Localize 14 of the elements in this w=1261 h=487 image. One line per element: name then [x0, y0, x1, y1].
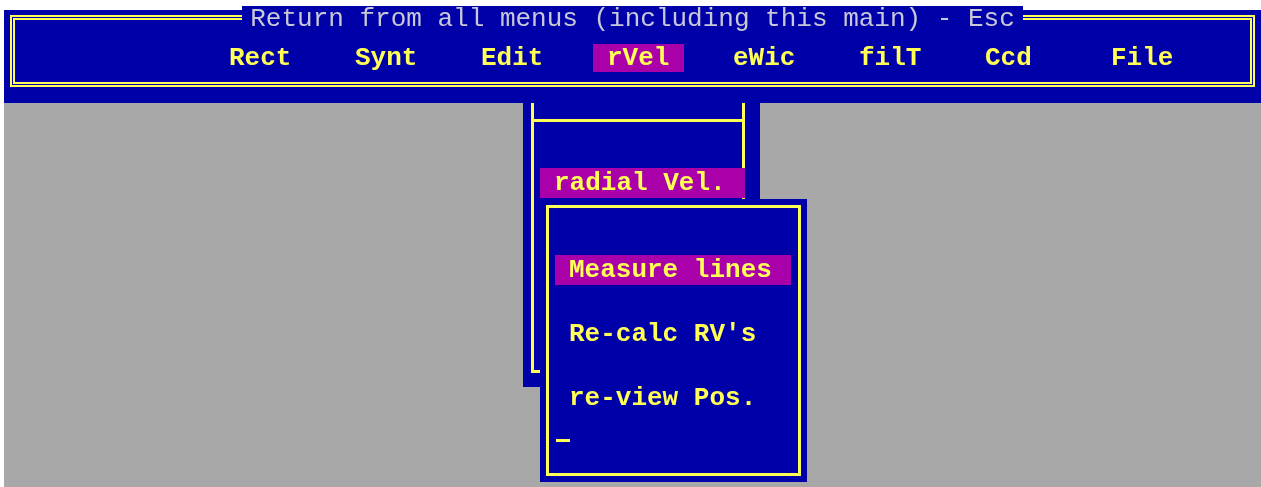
menu-item[interactable]: Measure lines [555, 255, 791, 285]
menu-item[interactable]: re-view Pos. [555, 383, 791, 413]
menu-item[interactable]: File [1097, 44, 1188, 72]
menu-item[interactable]: rVel [593, 44, 684, 72]
menu-item[interactable]: Ccd [971, 44, 1062, 72]
menu-item[interactable]: Synt [341, 44, 432, 72]
text-cursor [556, 439, 570, 442]
menu-item[interactable]: filT [845, 44, 936, 72]
menu-item[interactable]: Edit [467, 44, 558, 72]
menu-item[interactable]: Re-calc RV's [555, 319, 791, 349]
menu-item[interactable]: radial Vel. [540, 168, 745, 198]
menu-title: Return from all menus (including this main) - Esc [242, 6, 1023, 32]
menu-item[interactable]: eWic [719, 44, 810, 72]
menu-item[interactable]: Rect [215, 44, 306, 72]
